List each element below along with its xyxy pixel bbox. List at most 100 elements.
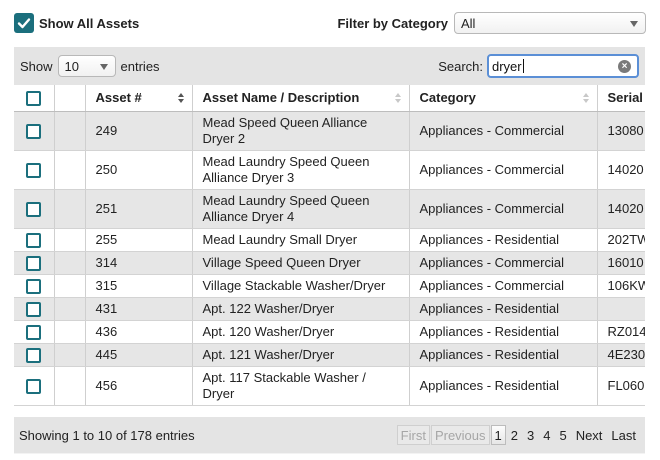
page-button[interactable]: 2 [507, 425, 522, 445]
asset-name-cell: Village Speed Queen Dryer [192, 251, 410, 275]
table-row[interactable]: 456 Apt. 117 Stackable Washer / Dryer Appl… [14, 366, 645, 406]
filter-category-select[interactable]: All [454, 12, 646, 34]
page-button[interactable]: 3 [523, 425, 538, 445]
row-blank-cell [54, 320, 86, 344]
column-header-serial[interactable]: Serial # [597, 85, 646, 112]
entries-per-page-select[interactable]: 10 [57, 55, 116, 77]
row-blank-cell [54, 228, 86, 252]
last-page-button[interactable]: Last [607, 425, 640, 445]
asset-number-cell: 314 [85, 251, 193, 275]
serial-cell: 16010 [597, 251, 645, 275]
category-cell: Appliances - Residential [409, 343, 598, 367]
row-checkbox[interactable] [26, 324, 42, 340]
asset-number-cell: 456 [85, 366, 193, 406]
row-blank-cell [54, 189, 86, 229]
table-row[interactable]: 315 Village Stackable Washer/Dryer Applian… [14, 274, 645, 298]
filter-category-value: All [461, 15, 476, 31]
serial-cell: 13080 [597, 111, 645, 151]
asset-number-cell: 250 [85, 150, 193, 190]
serial-cell: 4E230 [597, 343, 645, 367]
table-row[interactable]: 249 Mead Speed Queen Alliance Dryer 2 Appl… [14, 111, 645, 151]
row-select-cell [14, 366, 55, 406]
row-select-cell [14, 228, 55, 252]
row-select-cell [14, 251, 55, 275]
chevron-down-icon [99, 64, 108, 70]
first-page-button[interactable]: First [396, 425, 430, 445]
page-button[interactable]: 5 [555, 425, 570, 445]
row-checkbox[interactable] [26, 123, 42, 139]
table-header-row: Asset # Asset Name / Description Categor… [14, 85, 646, 112]
show-all-checkbox[interactable] [14, 13, 34, 33]
next-page-button[interactable]: Next [572, 425, 607, 445]
row-checkbox[interactable] [26, 162, 42, 178]
row-blank-cell [54, 366, 86, 406]
show-label: Show [20, 58, 53, 74]
table-row[interactable]: 255 Mead Laundry Small Dryer Appliances - … [14, 228, 645, 252]
show-all-label[interactable]: Show All Assets [39, 16, 139, 31]
row-blank-cell [54, 251, 86, 275]
serial-cell: 14020 [597, 150, 645, 190]
row-checkbox[interactable] [26, 255, 42, 271]
row-select-cell [14, 320, 55, 344]
table-row[interactable]: 436 Apt. 120 Washer/Dryer Appliances - Res… [14, 320, 645, 344]
asset-number-cell: 431 [85, 297, 193, 321]
column-header-label: Category [419, 90, 476, 106]
row-checkbox[interactable] [26, 347, 42, 363]
table-body: 249 Mead Speed Queen Alliance Dryer 2 Appl… [14, 111, 645, 406]
row-blank-cell [54, 111, 86, 151]
clear-search-icon[interactable]: × [618, 60, 631, 73]
table-scroll-area[interactable]: Asset # Asset Name / Description Categor… [14, 85, 645, 455]
row-blank-cell [54, 343, 86, 367]
table-info: Showing 1 to 10 of 178 entries [19, 427, 195, 443]
asset-number-cell: 249 [85, 111, 193, 151]
serial-cell: 202TW [597, 228, 645, 252]
serial-cell: FL060 [597, 366, 645, 406]
asset-number-cell: 436 [85, 320, 193, 344]
table-controls: Show 10 entries Search: dryer × [14, 47, 645, 85]
entries-label: entries [120, 58, 160, 74]
row-checkbox[interactable] [26, 232, 42, 248]
row-select-cell [14, 189, 55, 229]
serial-cell: 106KW [597, 274, 645, 298]
asset-name-cell: Mead Speed Queen Alliance Dryer 2 [192, 111, 410, 151]
sort-icon [177, 93, 184, 103]
row-select-cell [14, 111, 55, 151]
row-checkbox[interactable] [26, 278, 42, 294]
row-select-cell [14, 343, 55, 367]
checkmark-icon [17, 18, 31, 29]
category-cell: Appliances - Commercial [409, 274, 598, 298]
category-cell: Appliances - Residential [409, 366, 598, 406]
asset-name-cell: Apt. 122 Washer/Dryer [192, 297, 410, 321]
page-button[interactable]: 1 [490, 425, 506, 445]
serial-cell: 14020 [597, 189, 645, 229]
search-input[interactable]: dryer × [487, 54, 639, 78]
assets-table-panel: Show 10 entries Search: dryer × Asset # … [14, 47, 645, 455]
table-row[interactable]: 251 Mead Laundry Speed Queen Alliance Dry… [14, 189, 645, 229]
row-checkbox[interactable] [26, 378, 42, 394]
asset-name-cell: Mead Laundry Speed Queen Alliance Dryer … [192, 150, 410, 190]
column-header-asset-name[interactable]: Asset Name / Description [192, 85, 410, 112]
asset-number-cell: 251 [85, 189, 193, 229]
table-row[interactable]: 431 Apt. 122 Washer/Dryer Appliances - Res… [14, 297, 645, 321]
page-button[interactable]: 4 [539, 425, 554, 445]
row-select-cell [14, 274, 55, 298]
row-checkbox[interactable] [26, 201, 42, 217]
entries-per-page-value: 10 [64, 58, 79, 74]
table-row[interactable]: 250 Mead Laundry Speed Queen Alliance Dry… [14, 150, 645, 190]
column-header-label: Serial # [607, 90, 646, 106]
column-header-asset-number[interactable]: Asset # [85, 85, 193, 112]
table-row[interactable]: 314 Village Speed Queen Dryer Appliances -… [14, 251, 645, 275]
asset-name-cell: Apt. 121 Washer/Dryer [192, 343, 410, 367]
column-header-label: Asset Name / Description [202, 90, 360, 106]
previous-page-button[interactable]: Previous [430, 425, 490, 445]
table-row[interactable]: 445 Apt. 121 Washer/Dryer Appliances - Res… [14, 343, 645, 367]
select-all-checkbox[interactable] [26, 90, 42, 106]
category-cell: Appliances - Residential [409, 228, 598, 252]
row-blank-cell [54, 274, 86, 298]
asset-name-cell: Apt. 120 Washer/Dryer [192, 320, 410, 344]
category-cell: Appliances - Residential [409, 320, 598, 344]
column-header-category[interactable]: Category [409, 85, 598, 112]
sort-icon [582, 93, 589, 103]
text-cursor [522, 59, 524, 73]
row-checkbox[interactable] [26, 301, 42, 317]
